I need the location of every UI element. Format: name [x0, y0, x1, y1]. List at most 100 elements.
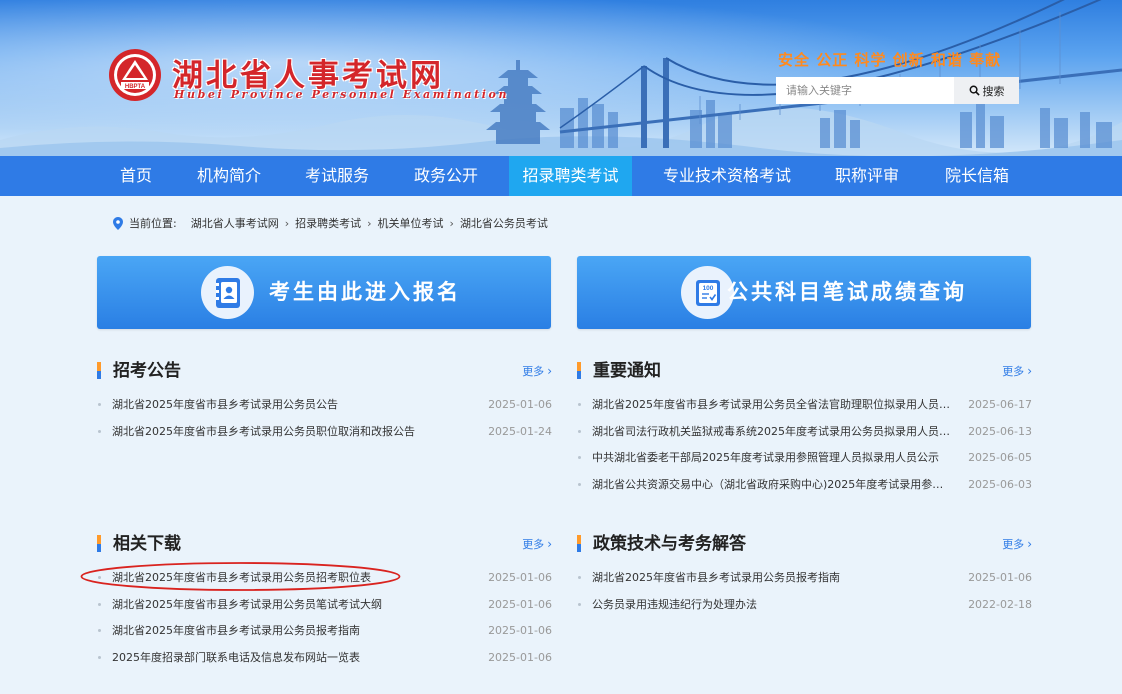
- section-header: 相关下载 更多 ›: [97, 532, 552, 558]
- breadcrumb-link-recruitment[interactable]: 招录聘类考试: [295, 215, 361, 231]
- item-date: 2025-01-24: [488, 424, 552, 438]
- search-button-label: 搜索: [982, 85, 1005, 98]
- bullet-icon: [98, 403, 101, 406]
- list-item[interactable]: 湖北省2025年度省市县乡考试录用公务员报考指南 2025-01-06: [97, 623, 552, 650]
- section-title: 相关下载: [113, 534, 181, 554]
- bullet-icon: [98, 602, 101, 606]
- item-date: 2025-06-17: [968, 398, 1032, 411]
- list-item[interactable]: 2025年度招录部门联系电话及信息发布网站一览表 2025-01-06: [97, 650, 552, 677]
- nav-item-home[interactable]: 首页: [107, 156, 165, 196]
- bullet-icon: [98, 629, 101, 633]
- section-title: 重要通知: [593, 361, 661, 381]
- score-query-label: 公共科目笔试成绩查询: [727, 280, 967, 304]
- svg-text:100: 100: [702, 285, 713, 292]
- nav-item-title-review[interactable]: 职称评审: [822, 156, 912, 196]
- item-date: 2025-01-06: [488, 571, 552, 584]
- score-sheet-icon: 100: [695, 279, 720, 306]
- more-link[interactable]: 更多 ›: [522, 536, 552, 552]
- bullet-icon: [578, 403, 581, 406]
- chevron-right-icon: ›: [1027, 537, 1032, 551]
- item-date: 2022-02-18: [968, 597, 1032, 611]
- list-item[interactable]: 中共湖北省委老干部局2025年度考试录用参照管理人员拟录用人员公示 2025-06…: [577, 450, 1032, 477]
- more-label: 更多: [1002, 365, 1025, 378]
- more-link[interactable]: 更多 ›: [522, 363, 552, 379]
- item-title: 湖北省司法行政机关监狱戒毒系统2025年度考试录用公务员拟录用人员公示: [592, 424, 952, 438]
- list-item[interactable]: 湖北省2025年度省市县乡考试录用公务员全省法官助理职位拟录用人员公示(第...…: [577, 397, 1032, 424]
- search-input[interactable]: [776, 77, 954, 104]
- item-title: 湖北省2025年度省市县乡考试录用公务员职位取消和改报公告: [112, 424, 415, 438]
- slogan: 安全 公正 科学 创新 和谐 奉献: [778, 51, 1002, 69]
- section-header: 招考公告 更多 ›: [97, 359, 552, 385]
- bullet-icon: [98, 576, 101, 579]
- section-marker-icon: [577, 362, 581, 379]
- item-date: 2025-01-06: [968, 571, 1032, 584]
- item-title: 2025年度招录部门联系电话及信息发布网站一览表: [112, 651, 360, 665]
- site-subtitle: Hubei Province Personnel Examination: [174, 88, 510, 101]
- chevron-right-icon: ›: [547, 364, 552, 378]
- nav-item-about[interactable]: 机构简介: [185, 156, 273, 196]
- search-icon: [969, 85, 980, 96]
- item-title: 公务员录用违规违纪行为处理办法: [592, 597, 757, 611]
- item-date: 2025-01-06: [488, 651, 552, 665]
- item-title: 湖北省2025年度省市县乡考试录用公务员报考指南: [112, 624, 360, 638]
- bullet-icon: [578, 602, 581, 606]
- item-title: 湖北省2025年度省市县乡考试录用公务员公告: [112, 398, 338, 411]
- more-label: 更多: [522, 538, 545, 551]
- main-nav: 首页 机构简介 考试服务 政务公开 招录聘类考试 专业技术资格考试 职称评审 院…: [0, 156, 1122, 196]
- item-date: 2025-01-06: [488, 624, 552, 638]
- more-link[interactable]: 更多 ›: [1002, 363, 1032, 379]
- list-item[interactable]: 湖北省2025年度省市县乡考试录用公务员职位取消和改报公告 2025-01-24: [97, 424, 552, 451]
- section-title: 政策技术与考务解答: [593, 534, 746, 554]
- item-title: 中共湖北省委老干部局2025年度考试录用参照管理人员拟录用人员公示: [592, 451, 939, 465]
- id-card-icon: [215, 277, 240, 308]
- item-date: 2025-06-03: [968, 478, 1032, 492]
- section-marker-icon: [97, 535, 101, 552]
- list-item[interactable]: 公务员录用违规违纪行为处理办法 2022-02-18: [577, 597, 1032, 624]
- search-button[interactable]: 搜索: [954, 77, 1019, 104]
- nav-item-exam-service[interactable]: 考试服务: [293, 156, 381, 196]
- breadcrumb-separator: ›: [449, 216, 454, 230]
- breadcrumb-link-government-units[interactable]: 机关单位考试: [378, 215, 444, 231]
- item-date: 2025-06-13: [968, 424, 1032, 438]
- location-pin-icon: [113, 216, 123, 230]
- more-label: 更多: [1002, 538, 1025, 551]
- list-item[interactable]: 湖北省公共资源交易中心（湖北省政府采购中心)2025年度考试录用参照管理人...…: [577, 477, 1032, 504]
- bullet-icon: [98, 429, 101, 433]
- breadcrumb-link-civil-servant[interactable]: 湖北省公务员考试: [460, 215, 548, 231]
- search-box: 搜索: [776, 77, 1019, 104]
- nav-item-gov-affairs[interactable]: 政务公开: [401, 156, 491, 196]
- more-link[interactable]: 更多 ›: [1002, 536, 1032, 552]
- list-item[interactable]: 湖北省司法行政机关监狱戒毒系统2025年度考试录用公务员拟录用人员公示 2025-…: [577, 424, 1032, 451]
- section-header: 政策技术与考务解答 更多 ›: [577, 532, 1032, 558]
- nav-item-director-mailbox[interactable]: 院长信箱: [932, 156, 1022, 196]
- breadcrumb: 当前位置: 湖北省人事考试网 › 招录聘类考试 › 机关单位考试 › 湖北省公务…: [113, 215, 548, 231]
- hbpta-logo: HBPTA: [109, 49, 161, 101]
- bullet-icon: [578, 483, 581, 487]
- bullet-icon: [578, 429, 581, 433]
- item-date: 2025-01-06: [488, 398, 552, 411]
- item-title: 湖北省2025年度省市县乡考试录用公务员招考职位表: [112, 571, 371, 584]
- score-query-button[interactable]: 100 公共科目笔试成绩查询: [577, 256, 1031, 329]
- item-title: 湖北省2025年度省市县乡考试录用公务员报考指南: [592, 571, 840, 584]
- chevron-right-icon: ›: [547, 537, 552, 551]
- list-item[interactable]: 湖北省2025年度省市县乡考试录用公务员招考职位表 2025-01-06: [97, 570, 552, 597]
- item-date: 2025-06-05: [968, 451, 1032, 465]
- bullet-icon: [578, 456, 581, 460]
- breadcrumb-link-home[interactable]: 湖北省人事考试网: [191, 215, 279, 231]
- section-marker-icon: [97, 362, 101, 379]
- list-item[interactable]: 湖北省2025年度省市县乡考试录用公务员笔试考试大纲 2025-01-06: [97, 597, 552, 624]
- list-item[interactable]: 湖北省2025年度省市县乡考试录用公务员公告 2025-01-06: [97, 397, 552, 424]
- item-title: 湖北省公共资源交易中心（湖北省政府采购中心)2025年度考试录用参照管理人...: [592, 478, 952, 492]
- nav-item-professional-qualification[interactable]: 专业技术资格考试: [652, 156, 802, 196]
- breadcrumb-separator: ›: [367, 216, 372, 230]
- chevron-right-icon: ›: [1027, 364, 1032, 378]
- register-entry-button[interactable]: 考生由此进入报名: [97, 256, 551, 329]
- nav-item-recruitment-exams[interactable]: 招录聘类考试: [509, 156, 632, 196]
- item-date: 2025-01-06: [488, 597, 552, 611]
- register-entry-label: 考生由此进入报名: [269, 280, 461, 304]
- section-downloads: 相关下载 更多 › 湖北省2025年度省市县乡考试录用公务员招考职位表 2025-0…: [97, 532, 552, 677]
- section-header: 重要通知 更多 ›: [577, 359, 1032, 385]
- item-title: 湖北省2025年度省市县乡考试录用公务员全省法官助理职位拟录用人员公示(第...: [592, 398, 952, 411]
- bullet-icon: [578, 576, 581, 579]
- list-item[interactable]: 湖北省2025年度省市县乡考试录用公务员报考指南 2025-01-06: [577, 570, 1032, 597]
